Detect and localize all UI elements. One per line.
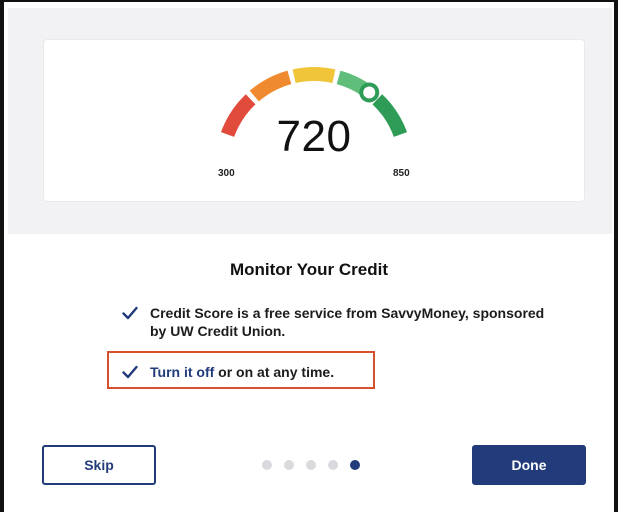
highlight-box bbox=[107, 351, 375, 389]
gauge-marker-icon bbox=[359, 82, 380, 103]
dialog-title: Monitor Your Credit bbox=[229, 260, 389, 279]
feature-item-free-service: Credit Score is a free service from Savv… bbox=[122, 304, 550, 340]
gauge-max-label: 850 bbox=[393, 168, 410, 179]
pagination-dots bbox=[262, 460, 360, 470]
pagination-dot-1[interactable] bbox=[262, 460, 272, 470]
pagination-dot-5-active[interactable] bbox=[350, 460, 360, 470]
gauge-segment-3 bbox=[292, 67, 336, 84]
skip-button[interactable]: Skip bbox=[42, 445, 156, 485]
feature-item-text: Credit Score is a free service from Savv… bbox=[150, 305, 545, 339]
gauge-segment-2 bbox=[249, 70, 292, 102]
pagination-dot-2[interactable] bbox=[284, 460, 294, 470]
gauge-min-label: 300 bbox=[218, 168, 235, 179]
credit-score-value: 720 bbox=[276, 112, 352, 161]
credit-score-card: 720 300 850 bbox=[44, 40, 584, 201]
pagination-dot-4[interactable] bbox=[328, 460, 338, 470]
done-button[interactable]: Done bbox=[472, 445, 586, 485]
checkmark-icon bbox=[122, 306, 138, 320]
gauge-marker-center bbox=[363, 86, 376, 99]
pagination-dot-3[interactable] bbox=[306, 460, 316, 470]
